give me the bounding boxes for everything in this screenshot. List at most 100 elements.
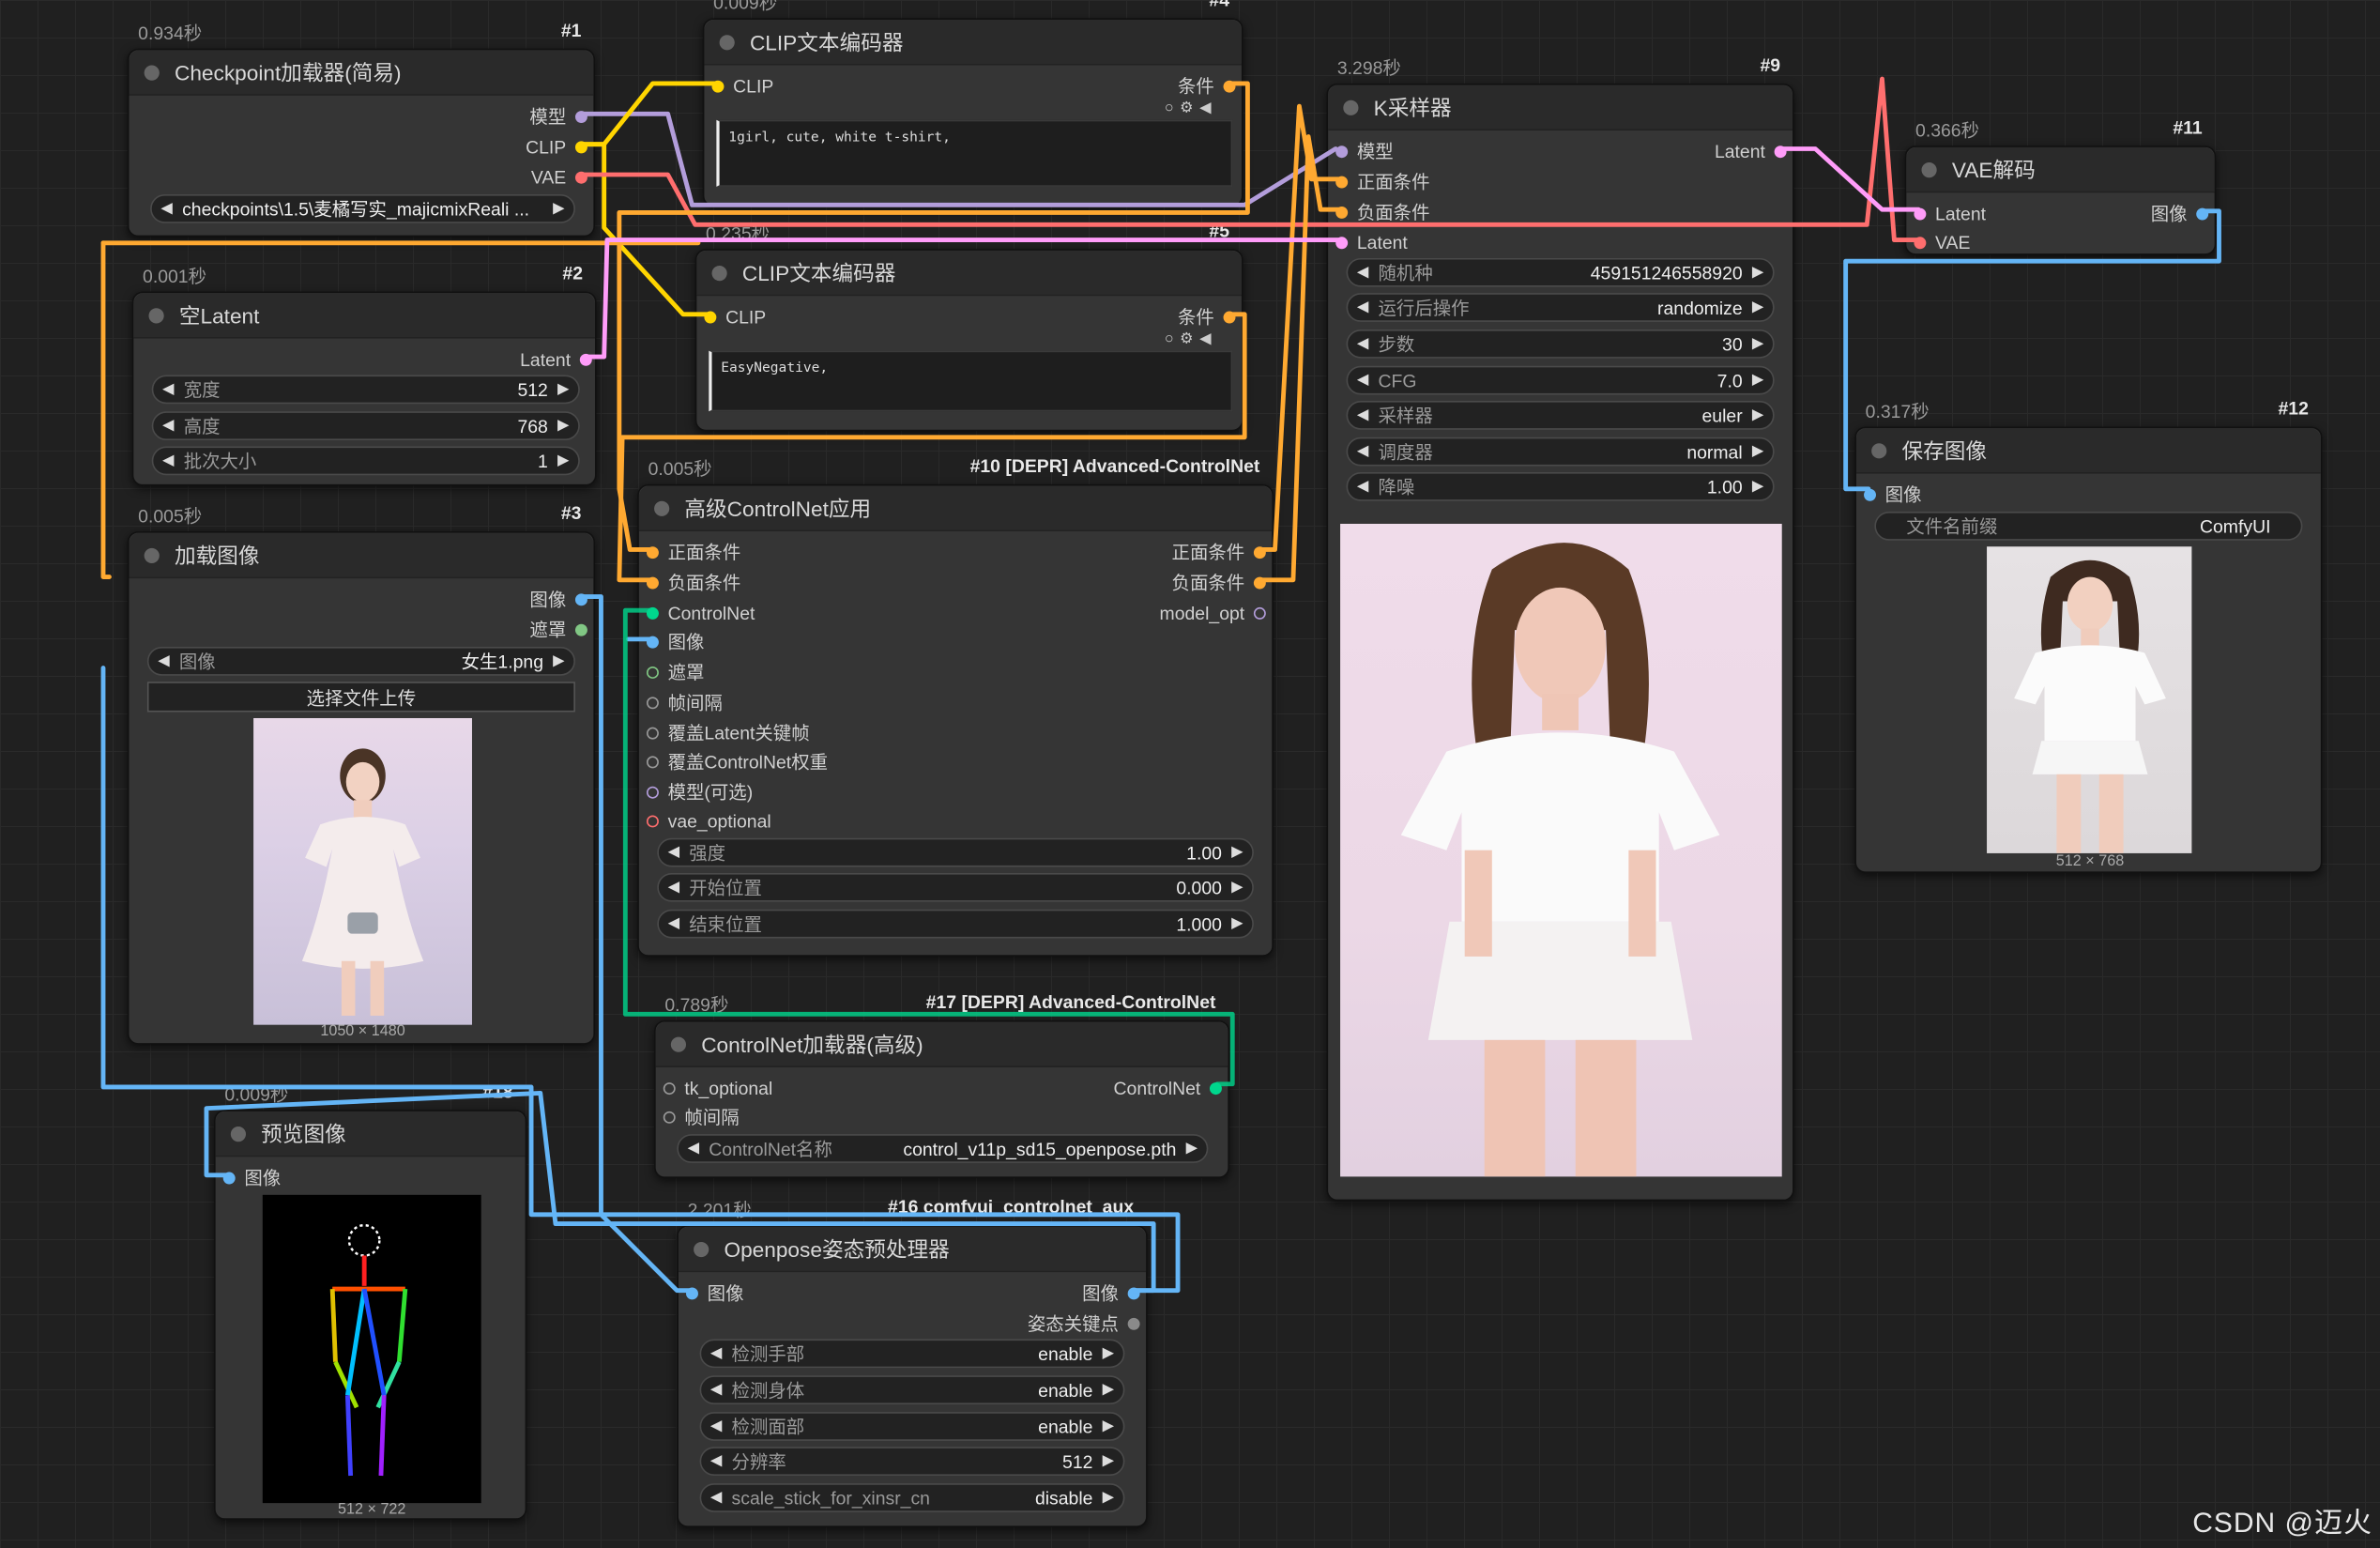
arrow-right-icon[interactable]: ▶ [1231,915,1243,932]
speaker-icon[interactable]: ◀ [1199,100,1217,117]
arrow-left-icon[interactable]: ◀ [710,1453,722,1470]
ckpt-name-combo[interactable]: ◀ checkpoints\1.5\麦橘写实_majicmixReali ... ▶ [150,194,575,223]
output-latent[interactable]: Latent [1715,140,1788,164]
node-title-bar[interactable]: CLIP文本编码器 [704,20,1242,66]
input-clip[interactable]: CLIP [711,74,773,99]
input-timestep-keyframe[interactable]: 帧间隔 [646,691,723,715]
input-timestep-keyframe[interactable]: 帧间隔 [663,1105,740,1129]
save-image-node[interactable]: 0.317秒 #12 保存图像 图像 文件名前缀 ComfyUI 512 × 76… [1854,398,2323,873]
arrow-left-icon[interactable]: ◀ [1357,372,1368,389]
node-title-bar[interactable]: ControlNet加载器(高级) [655,1021,1228,1067]
prompt-textarea[interactable]: EasyNegative, [709,350,1233,412]
preview-image-node[interactable]: 0.009秒 #18 预览图像 图像 512 × 722 [214,1081,527,1520]
collapse-dot-icon[interactable] [144,547,160,563]
input-model[interactable]: 模型 [1335,140,1394,164]
arrow-right-icon[interactable]: ▶ [1231,879,1243,896]
arrow-right-icon[interactable]: ▶ [553,200,564,217]
node-title-bar[interactable]: 加载图像 [129,532,594,579]
output-image[interactable]: 图像 [1082,1281,1140,1306]
input-latent-keyframe[interactable]: 覆盖Latent关键帧 [646,721,810,745]
empty-latent-node[interactable]: 0.001秒 #2 空Latent Latent ◀ 宽度 512 ▶ ◀ 高度 768 ▶… [131,263,597,486]
input-clip[interactable]: CLIP [704,305,766,330]
collapse-dot-icon[interactable] [1871,442,1887,458]
load-image-node[interactable]: 0.005秒 #3 加载图像 图像 遮罩 ◀ 图像 女生1.png ▶ 选择文件上传 … [127,502,595,1045]
collapse-dot-icon[interactable] [148,307,164,323]
collapse-dot-icon[interactable] [144,64,160,80]
arrow-right-icon[interactable]: ▶ [1752,264,1763,281]
toggle-icon[interactable]: ○ [1165,331,1180,348]
arrow-left-icon[interactable]: ◀ [162,452,174,469]
input-negative[interactable]: 负面条件 [646,571,740,595]
arrow-left-icon[interactable]: ◀ [710,1382,722,1399]
input-image[interactable]: 图像 [222,1166,281,1190]
arrow-right-icon[interactable]: ▶ [1103,1345,1114,1362]
node-canvas[interactable]: 0.934秒 #1 Checkpoint加载器(简易) 模型 CLIP VAE … [0,0,2380,1548]
ksampler-node[interactable]: 3.298秒 #9 K采样器 模型 正面条件 负面条件 Latent Laten… [1326,54,1794,1202]
arrow-right-icon[interactable]: ▶ [1752,478,1763,495]
output-image[interactable]: 图像 [529,588,587,612]
node-title-bar[interactable]: K采样器 [1328,84,1793,131]
arrow-right-icon[interactable]: ▶ [1231,844,1243,861]
arrow-right-icon[interactable]: ▶ [1103,1418,1114,1435]
output-positive[interactable]: 正面条件 [1172,541,1266,565]
batch-size-widget[interactable]: ◀ 批次大小 1 ▶ [151,446,580,476]
output-controlnet[interactable]: ControlNet [1114,1077,1223,1101]
arrow-left-icon[interactable]: ◀ [1357,443,1368,460]
arrow-right-icon[interactable]: ▶ [1752,443,1763,460]
sampler-widget[interactable]: ◀ 采样器 euler ▶ [1346,400,1775,430]
input-latent[interactable]: Latent [1914,202,1986,226]
widget-icons[interactable]: ○⚙◀ [1165,331,1217,348]
output-model-opt[interactable]: model_opt [1160,601,1266,625]
resolution-widget[interactable]: ◀ 分辨率 512 ▶ [699,1447,1125,1477]
arrow-right-icon[interactable]: ▶ [1752,299,1763,316]
input-tk-optional[interactable]: tk_optional [663,1077,772,1101]
input-vae-optional[interactable]: vae_optional [646,809,771,834]
collapse-dot-icon[interactable] [654,499,670,516]
arrow-left-icon[interactable]: ◀ [710,1345,722,1362]
input-vae[interactable]: VAE [1914,231,1970,255]
input-mask[interactable]: 遮罩 [646,661,704,685]
seed-widget[interactable]: ◀ 随机种 459151246558920 ▶ [1346,257,1775,287]
width-widget[interactable]: ◀ 宽度 512 ▶ [151,375,580,405]
arrow-left-icon[interactable]: ◀ [688,1141,699,1157]
clip-text-encode-positive-node[interactable]: 0.009秒 #4 CLIP文本编码器 CLIP 条件 ○⚙◀ 1girl, c… [702,0,1243,207]
arrow-right-icon[interactable]: ▶ [1752,406,1763,423]
arrow-left-icon[interactable]: ◀ [160,200,172,217]
input-image[interactable]: 图像 [646,630,704,654]
arrow-right-icon[interactable]: ▶ [557,452,569,469]
gear-icon[interactable]: ⚙ [1180,331,1199,348]
collapse-dot-icon[interactable] [694,1241,709,1257]
collapse-dot-icon[interactable] [1343,99,1359,115]
end-percent-widget[interactable]: ◀ 结束位置 1.000 ▶ [657,909,1254,939]
output-model[interactable]: 模型 [529,105,587,130]
denoise-widget[interactable]: ◀ 降噪 1.00 ▶ [1346,471,1775,501]
control-after-generate-widget[interactable]: ◀ 运行后操作 randomize ▶ [1346,293,1775,322]
arrow-right-icon[interactable]: ▶ [1103,1490,1114,1507]
controlnet-name-combo[interactable]: ◀ ControlNet名称 control_v11p_sd15_openpose.… [677,1134,1209,1163]
output-clip[interactable]: CLIP [526,135,587,160]
arrow-left-icon[interactable]: ◀ [1357,264,1368,281]
output-mask[interactable]: 遮罩 [529,618,587,642]
controlnet-loader-node[interactable]: 0.789秒 #17 [DEPR] Advanced-ControlNet Co… [654,991,1230,1179]
speaker-icon[interactable]: ◀ [1199,331,1217,348]
widget-icons[interactable]: ○⚙◀ [1165,100,1217,117]
input-weights-override[interactable]: 覆盖ControlNet权重 [646,750,828,774]
arrow-left-icon[interactable]: ◀ [162,381,174,398]
arrow-left-icon[interactable]: ◀ [668,879,679,896]
arrow-left-icon[interactable]: ◀ [1357,335,1368,352]
input-positive[interactable]: 正面条件 [646,541,740,565]
input-positive[interactable]: 正面条件 [1335,170,1430,194]
input-latent[interactable]: Latent [1335,231,1408,255]
upload-button[interactable]: 选择文件上传 [146,682,575,713]
collapse-dot-icon[interactable] [670,1035,687,1051]
node-title-bar[interactable]: Openpose姿态预处理器 [678,1226,1147,1273]
image-file-combo[interactable]: ◀ 图像 女生1.png ▶ [146,646,575,676]
output-latent[interactable]: Latent [520,347,593,372]
node-title-bar[interactable]: VAE解码 [1906,146,2215,193]
gear-icon[interactable]: ⚙ [1180,100,1199,117]
input-negative[interactable]: 负面条件 [1335,200,1430,224]
arrow-left-icon[interactable]: ◀ [668,915,679,932]
input-image[interactable]: 图像 [1864,483,1922,507]
cfg-widget[interactable]: ◀ CFG 7.0 ▶ [1346,365,1775,395]
detect-body-widget[interactable]: ◀ 检测身体 enable ▶ [699,1375,1125,1405]
